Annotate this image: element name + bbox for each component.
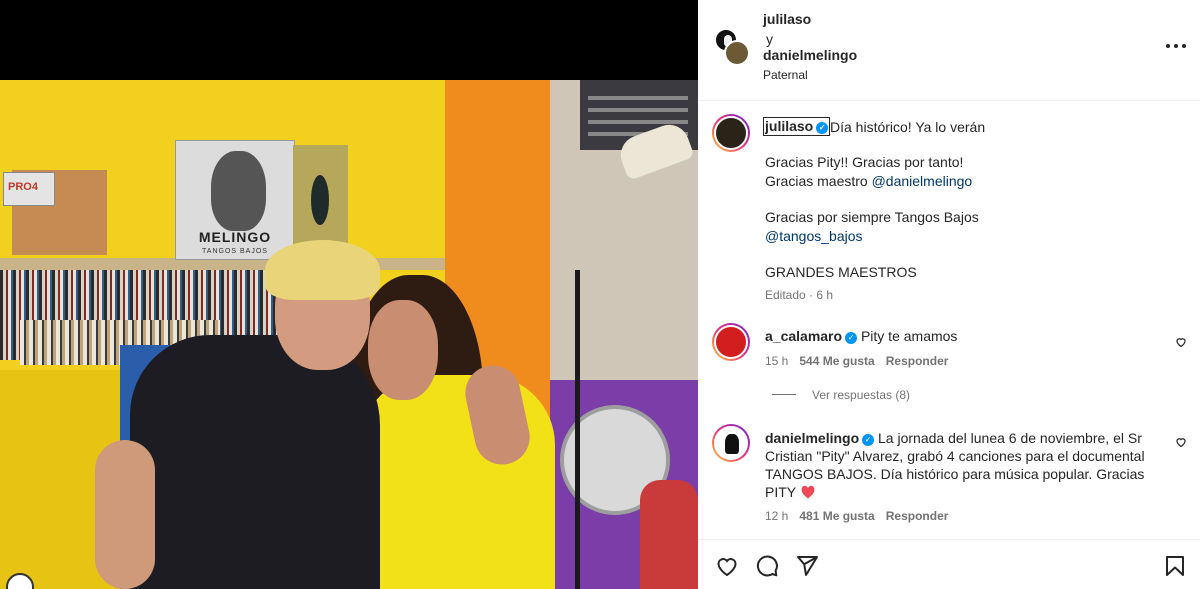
caption-avatar[interactable] [712, 114, 750, 152]
verified-icon: ✓ [845, 332, 858, 344]
photo-artwork [293, 145, 348, 255]
comment-avatar[interactable] [712, 323, 750, 361]
author-username[interactable]: julilaso [763, 11, 811, 27]
comment-time: 15 h [765, 354, 789, 368]
comment-likes[interactable]: 481 Me gusta [799, 509, 874, 523]
comment-avatar[interactable] [712, 424, 750, 462]
comment-username[interactable]: danielmelingo [765, 430, 859, 446]
caption-line: Gracias por siempre Tangos Bajos [765, 209, 979, 225]
caption-text: Gracias maestro [765, 173, 872, 189]
post-header: julilaso y danielmelingo Paternal [698, 0, 1200, 101]
caption-line: GRANDES MAESTROS [765, 264, 917, 280]
caption-line: Gracias maestro @danielmelingo [765, 172, 972, 190]
view-replies-button[interactable]: Ver respuestas (8) [772, 388, 910, 402]
comment-body: danielmelingo ✓ La jornada del lunea 6 de… [765, 429, 1170, 501]
photo-man-shirt [130, 335, 380, 589]
photo-woman-shirt [360, 375, 555, 589]
mention-link[interactable]: @danielmelingo [872, 173, 973, 189]
view-replies-label: Ver respuestas (8) [812, 388, 911, 402]
verified-icon: ✓ [862, 434, 875, 446]
post-location[interactable]: Paternal [763, 68, 808, 82]
reply-button[interactable]: Responder [886, 354, 949, 368]
red-heart-emoji [801, 485, 815, 499]
comment-icon[interactable] [755, 554, 779, 578]
reply-button[interactable]: Responder [886, 509, 949, 523]
heart-icon[interactable] [1175, 336, 1187, 348]
verified-icon: ✓ [816, 122, 829, 134]
photo-woman-face [368, 300, 438, 400]
photo-red-object [640, 480, 698, 589]
photo-pro-box-label: PRO4 [8, 181, 38, 193]
photo-mic-stand [575, 270, 580, 589]
photo-album-face [211, 151, 266, 231]
caption-username[interactable]: julilaso ✓ [763, 117, 831, 136]
comment-meta: 12 h 481 Me gusta Responder [765, 509, 959, 523]
photo-man-hair [265, 240, 380, 300]
avatar [724, 40, 750, 66]
caption-line: Gracias Pity!! Gracias por tanto! [765, 154, 964, 170]
heart-icon[interactable] [715, 554, 739, 578]
photo-pro-box: PRO4 [3, 172, 55, 206]
collab-connector: y [766, 31, 773, 47]
photo-album-title: MELINGO [198, 229, 272, 245]
comment-time: 12 h [765, 509, 789, 523]
photo-album-cover: MELINGO TANGOS BAJOS [175, 140, 295, 260]
save-icon[interactable] [1163, 554, 1187, 578]
comment-likes[interactable]: 544 Me gusta [799, 354, 874, 368]
comment-meta: 15 h 544 Me gusta Responder [765, 354, 959, 368]
post-media-pane: PRO4 MELINGO TANGOS BAJOS [0, 0, 698, 589]
photo-man-arm [95, 440, 155, 589]
caption-first-line: Día histórico! Ya lo verán [830, 119, 986, 135]
caption-username-text: julilaso [765, 118, 814, 134]
post-info-pane: julilaso y danielmelingo Paternal julila… [698, 0, 1200, 589]
more-icon[interactable] [1164, 36, 1188, 56]
comment-username[interactable]: a_calamaro [765, 328, 842, 344]
mention-link[interactable]: @tangos_bajos [765, 227, 863, 245]
heart-icon[interactable] [1175, 436, 1187, 448]
collab-avatars[interactable] [714, 28, 750, 66]
comment-text: Pity te amamos [860, 328, 958, 344]
caption-timestamp: Editado · 6 h [765, 288, 834, 302]
post-photo[interactable]: PRO4 MELINGO TANGOS BAJOS [0, 80, 698, 589]
replies-divider [772, 394, 796, 395]
action-bar [698, 539, 1200, 589]
share-icon[interactable] [795, 554, 819, 578]
coauthor-username[interactable]: danielmelingo [763, 47, 857, 63]
comment-body: a_calamaro ✓ Pity te amamos [765, 328, 957, 344]
